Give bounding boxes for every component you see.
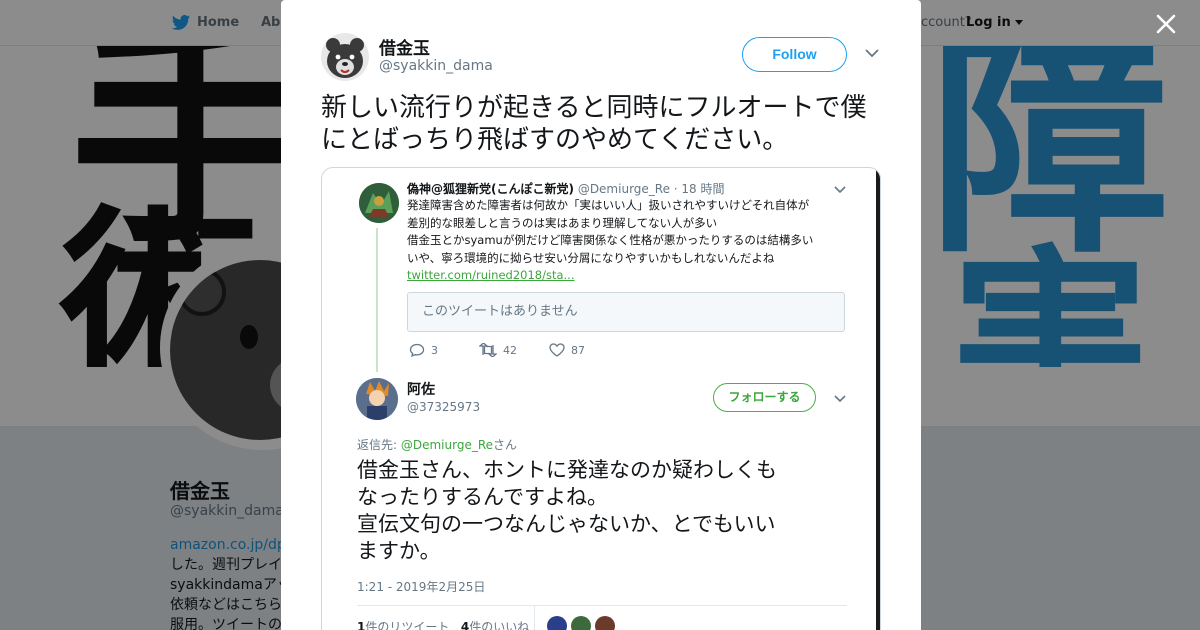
reply-text: 借金玉さん、ホントに発達なのか疑わしくも なったりするんですよね。 宣伝文句の一… — [357, 457, 857, 565]
reply-author-avatar — [356, 378, 398, 420]
quoted-text-line: 差別的な眼差しと言うのは実はあまり理解してない人が多い — [407, 215, 718, 230]
quoted-tweet-age: · 18 時間 — [673, 182, 725, 196]
reply-author-handle: @37325973 — [407, 400, 481, 414]
thread-line — [376, 228, 378, 372]
quoted-author-name: 偽神@狐狸新党(こんぽこ新党) — [407, 182, 574, 196]
tweet-text: 新しい流行りが起きると同時にフルオートで僕にとばっちり飛ばすのやめてください。 — [321, 93, 867, 155]
follow-button[interactable]: Follow — [742, 37, 847, 72]
retweet-icon — [479, 343, 497, 357]
quoted-text-line: 発達障害含めた障害者は何故か「実はいい人」扱いされやすいけどそれ自体が — [407, 198, 810, 212]
close-icon[interactable] — [1152, 10, 1180, 38]
reply-count: 3 — [431, 343, 438, 357]
character-avatar-icon — [356, 378, 398, 420]
quoted-author-avatar — [359, 183, 399, 223]
like-total-label: 件のいいね — [469, 620, 530, 630]
dragon-avatar-icon — [359, 183, 399, 223]
chevron-down-icon[interactable] — [865, 48, 879, 58]
liker-avatar — [595, 616, 615, 630]
liker-avatar — [571, 616, 591, 630]
reply-follow-button: フォローする — [713, 383, 816, 412]
tweet-author-name[interactable]: 借金玉 — [379, 34, 430, 59]
like-count: 87 — [571, 343, 585, 357]
divider — [534, 606, 535, 630]
quoted-text-line: 借金玉とかsyamuが例だけど障害関係なく性格が悪かったりするのは結構多い — [407, 233, 814, 247]
reply-text-line: 宣伝文句の一つなんじゃないか、とでもいい — [357, 512, 776, 536]
chevron-down-icon — [834, 186, 846, 194]
like-total: 4 — [460, 620, 470, 630]
quoted-text-line: いや、寧ろ環境的に拗らせ安い分屑になりやすいかもしれないんだよね — [407, 250, 775, 265]
quoted-tweet-header: 偽神@狐狸新党(こんぽこ新党) @Demiurge_Re · 18 時間 — [407, 180, 725, 197]
quoted-author-handle: @Demiurge_Re — [577, 182, 670, 196]
reply-stats: 1件のリツイート 4件のいいね — [357, 618, 529, 630]
tweet-author-handle[interactable]: @syakkin_dama — [379, 58, 493, 74]
retweet-count: 42 — [503, 343, 517, 357]
tweet-attached-image[interactable]: 偽神@狐狸新党(こんぽこ新党) @Demiurge_Re · 18 時間 発達障… — [321, 167, 881, 630]
reply-author-name: 阿佐 — [407, 382, 435, 398]
divider — [357, 605, 847, 606]
tweet-author-avatar[interactable] — [321, 33, 369, 81]
reply-icon — [409, 343, 425, 357]
reply-to-handle: @Demiurge_Re — [400, 438, 494, 452]
reply-to-line: 返信先: @Demiurge_Reさん — [357, 436, 517, 453]
unavailable-tweet-notice: このツイートはありません — [407, 292, 845, 332]
like-icon — [549, 343, 565, 357]
quoted-tweet-body: 発達障害含めた障害者は何故か「実はいい人」扱いされやすいけどそれ自体が 差別的な… — [407, 197, 847, 285]
chevron-down-icon — [834, 395, 846, 403]
bear-avatar-icon — [326, 38, 364, 78]
reply-text-line: ますか。 — [357, 539, 441, 563]
retweet-total-label: 件のリツイート — [365, 620, 450, 630]
reply-text-line: なったりするんですよね。 — [357, 485, 608, 509]
reply-text-line: 借金玉さん、ホントに発達なのか疑わしくも — [357, 458, 777, 482]
reply-to-prefix: 返信先: — [357, 438, 401, 452]
tweet-modal: 借金玉 @syakkin_dama Follow 新しい流行りが起きると同時にフ… — [281, 0, 921, 630]
reply-timestamp: 1:21 - 2019年2月25日 — [357, 580, 486, 594]
liker-avatar — [547, 616, 567, 630]
liker-avatars — [547, 616, 615, 630]
quoted-tweet-link: twitter.com/ruined2018/sta... — [407, 268, 575, 282]
reply-to-suffix: さん — [493, 438, 518, 452]
